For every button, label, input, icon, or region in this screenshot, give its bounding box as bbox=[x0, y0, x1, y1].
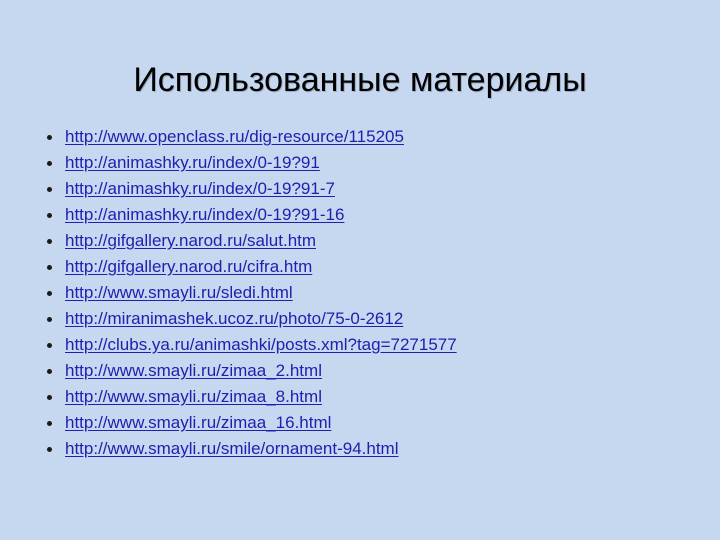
list-item[interactable]: http://www.smayli.ru/zimaa_16.html bbox=[40, 410, 680, 436]
slide-canvas: Использованные материалы http://www.open… bbox=[0, 0, 720, 540]
bullet-icon bbox=[47, 343, 52, 348]
list-item[interactable]: http://animashky.ru/index/0-19?91-7 bbox=[40, 176, 680, 202]
bullet-icon bbox=[47, 265, 52, 270]
bullet-icon bbox=[47, 369, 52, 374]
reference-link[interactable]: http://www.openclass.ru/dig-resource/115… bbox=[65, 124, 404, 150]
list-item[interactable]: http://animashky.ru/index/0-19?91 bbox=[40, 150, 680, 176]
list-item[interactable]: http://clubs.ya.ru/animashki/posts.xml?t… bbox=[40, 332, 680, 358]
bullet-icon bbox=[47, 317, 52, 322]
reference-link-list: http://www.openclass.ru/dig-resource/115… bbox=[40, 124, 680, 462]
bullet-icon bbox=[47, 239, 52, 244]
list-item[interactable]: http://www.smayli.ru/smile/ornament-94.h… bbox=[40, 436, 680, 462]
bullet-icon bbox=[47, 421, 52, 426]
list-item[interactable]: http://www.smayli.ru/sledi.html bbox=[40, 280, 680, 306]
list-item[interactable]: http://miranimashek.ucoz.ru/photo/75-0-2… bbox=[40, 306, 680, 332]
list-item[interactable]: http://gifgallery.narod.ru/salut.htm bbox=[40, 228, 680, 254]
reference-link[interactable]: http://www.smayli.ru/zimaa_16.html bbox=[65, 410, 331, 436]
reference-link[interactable]: http://clubs.ya.ru/animashki/posts.xml?t… bbox=[65, 332, 457, 358]
reference-link[interactable]: http://animashky.ru/index/0-19?91 bbox=[65, 150, 320, 176]
reference-link[interactable]: http://www.smayli.ru/smile/ornament-94.h… bbox=[65, 436, 399, 462]
reference-link[interactable]: http://www.smayli.ru/sledi.html bbox=[65, 280, 293, 306]
list-item[interactable]: http://www.smayli.ru/zimaa_2.html bbox=[40, 358, 680, 384]
bullet-icon bbox=[47, 291, 52, 296]
bullet-icon bbox=[47, 213, 52, 218]
reference-link[interactable]: http://miranimashek.ucoz.ru/photo/75-0-2… bbox=[65, 306, 403, 332]
bullet-icon bbox=[47, 135, 52, 140]
list-item[interactable]: http://www.smayli.ru/zimaa_8.html bbox=[40, 384, 680, 410]
list-item[interactable]: http://gifgallery.narod.ru/cifra.htm bbox=[40, 254, 680, 280]
reference-link[interactable]: http://www.smayli.ru/zimaa_2.html bbox=[65, 358, 322, 384]
reference-link[interactable]: http://gifgallery.narod.ru/salut.htm bbox=[65, 228, 316, 254]
bullet-icon bbox=[47, 161, 52, 166]
bullet-icon bbox=[47, 447, 52, 452]
reference-link[interactable]: http://animashky.ru/index/0-19?91-16 bbox=[65, 202, 344, 228]
list-item[interactable]: http://www.openclass.ru/dig-resource/115… bbox=[40, 124, 680, 150]
reference-link[interactable]: http://animashky.ru/index/0-19?91-7 bbox=[65, 176, 335, 202]
page-title: Использованные материалы bbox=[133, 60, 587, 99]
list-item[interactable]: http://animashky.ru/index/0-19?91-16 bbox=[40, 202, 680, 228]
reference-link[interactable]: http://gifgallery.narod.ru/cifra.htm bbox=[65, 254, 312, 280]
bullet-icon bbox=[47, 187, 52, 192]
reference-link[interactable]: http://www.smayli.ru/zimaa_8.html bbox=[65, 384, 322, 410]
bullet-icon bbox=[47, 395, 52, 400]
